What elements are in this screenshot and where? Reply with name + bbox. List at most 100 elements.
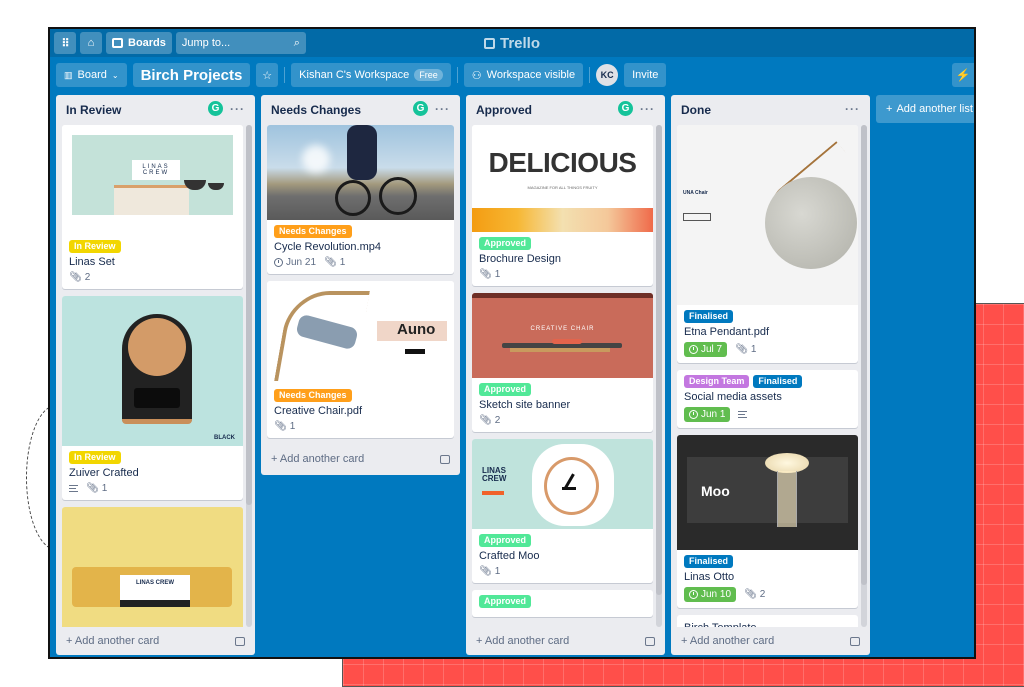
visibility-button[interactable]: ⚇ Workspace visible bbox=[463, 63, 584, 87]
card[interactable]: UNA Chair Finalised Etna Pendant.pdf Jul… bbox=[677, 125, 858, 363]
add-list-button[interactable]: + Add another list bbox=[876, 95, 974, 123]
list-header[interactable]: Approved G ··· bbox=[466, 95, 665, 125]
due-date: Jul 7 bbox=[701, 344, 723, 355]
apps-button[interactable]: ⠿ bbox=[54, 32, 76, 54]
paperclip-icon: 📎︎ bbox=[479, 566, 492, 577]
list-menu-button[interactable]: ··· bbox=[845, 102, 860, 116]
card[interactable]: Approved bbox=[472, 590, 653, 617]
cover-title: LINAS CREW bbox=[482, 466, 507, 483]
card[interactable]: LINAS CREW In Review Linas Set 📎︎ 2 bbox=[62, 125, 243, 289]
cover-text: LINAS CREW bbox=[132, 160, 180, 180]
paperclip-icon: 📎︎ bbox=[735, 344, 748, 355]
trello-logo[interactable]: Trello bbox=[483, 34, 541, 52]
attachment-badge: 📎︎ 1 bbox=[324, 257, 345, 268]
divider bbox=[456, 67, 458, 83]
card-label: Approved bbox=[479, 383, 532, 396]
divider bbox=[284, 67, 286, 83]
card[interactable]: Needs Changes Cycle Revolution.mp4 Jun 2… bbox=[267, 125, 454, 274]
card-cover-image: UNA Chair bbox=[677, 125, 858, 305]
add-card-button[interactable]: + Add another card bbox=[56, 627, 255, 655]
card[interactable]: Design Team Finalised Social media asset… bbox=[677, 370, 858, 428]
due-date-badge[interactable]: Jun 10 bbox=[684, 587, 737, 602]
card-title: Cycle Revolution.mp4 bbox=[274, 241, 381, 253]
paperclip-icon: 📎︎ bbox=[479, 415, 492, 426]
add-card-button[interactable]: + Add another card bbox=[671, 627, 870, 655]
list-title: Approved bbox=[476, 103, 533, 117]
list-menu-button[interactable]: ··· bbox=[640, 102, 655, 116]
card[interactable]: DELICIOUS MAGAZINE FOR ALL THINGS FRUITY… bbox=[472, 125, 653, 286]
list-approved: Approved G ··· DELICIOUS MAGAZINE FOR AL… bbox=[466, 95, 665, 655]
trello-window: ⠿ ⌂ Boards Jump to... ⌕ Trello ▥ Board ⌄… bbox=[48, 27, 976, 659]
board-view-switcher[interactable]: ▥ Board ⌄ bbox=[56, 63, 127, 87]
board-title[interactable]: Birch Projects bbox=[132, 63, 251, 87]
add-card-button[interactable]: + Add another card bbox=[466, 627, 665, 655]
grammarly-icon[interactable]: G bbox=[618, 101, 633, 116]
plus-icon: + bbox=[476, 635, 485, 647]
grid-icon: ⠿ bbox=[61, 37, 69, 50]
workspace-button[interactable]: Kishan C's Workspace Free bbox=[291, 63, 451, 87]
list-cards: Needs Changes Cycle Revolution.mp4 Jun 2… bbox=[261, 125, 460, 445]
cover-text: LINAS CREW bbox=[120, 575, 190, 607]
home-button[interactable]: ⌂ bbox=[80, 32, 102, 54]
boards-button[interactable]: Boards bbox=[106, 32, 172, 54]
list-header[interactable]: Done ··· bbox=[671, 95, 870, 125]
scrollbar[interactable] bbox=[246, 125, 252, 627]
card-title: Birch Template bbox=[684, 622, 851, 627]
grammarly-icon[interactable]: G bbox=[208, 101, 223, 116]
card[interactable]: LINAS CREW Approved Crafted Moo 📎︎ 1 bbox=[472, 439, 653, 583]
template-icon[interactable] bbox=[850, 636, 860, 646]
star-button[interactable]: ☆ bbox=[256, 63, 279, 87]
power-ups-button[interactable]: ⚡ bbox=[952, 63, 974, 87]
attachment-count: 1 bbox=[494, 269, 501, 280]
card[interactable]: Birch Template bbox=[677, 615, 858, 627]
grammarly-icon[interactable]: G bbox=[413, 101, 428, 116]
card-title: Etna Pendant.pdf bbox=[684, 326, 770, 338]
clock-icon bbox=[274, 258, 283, 267]
card[interactable]: LINAS CREW bbox=[62, 507, 243, 627]
card-cover-image: LINAS CREW bbox=[472, 439, 653, 529]
template-icon[interactable] bbox=[645, 636, 655, 646]
attachment-badge: 📎︎ 1 bbox=[86, 483, 107, 494]
list-menu-button[interactable]: ··· bbox=[230, 102, 245, 116]
card[interactable]: Moo Finalised Linas Otto Jun 10 📎︎ 2 bbox=[677, 435, 858, 608]
card-title: Social media assets bbox=[684, 391, 782, 403]
plus-icon: + bbox=[681, 635, 690, 647]
list-menu-button[interactable]: ··· bbox=[435, 102, 450, 116]
attachment-count: 2 bbox=[84, 272, 91, 283]
lightning-icon: ⚡ bbox=[955, 68, 971, 82]
description-icon bbox=[738, 411, 748, 418]
cover-text: BLACK bbox=[214, 435, 235, 441]
attachment-badge: 📎︎ 1 bbox=[274, 421, 295, 432]
list-cards: UNA Chair Finalised Etna Pendant.pdf Jul… bbox=[671, 125, 870, 627]
card[interactable]: CREATIVE CHAIR Approved Sketch site bann… bbox=[472, 293, 653, 432]
scrollbar[interactable] bbox=[861, 125, 867, 627]
due-date-badge[interactable]: Jun 21 bbox=[274, 257, 316, 268]
card-title: Brochure Design bbox=[479, 253, 561, 265]
card-title: Sketch site banner bbox=[479, 399, 571, 411]
card-cover-image bbox=[267, 125, 454, 220]
due-date-badge[interactable]: Jun 1 bbox=[684, 407, 731, 422]
invite-button[interactable]: Invite bbox=[624, 63, 667, 87]
logo-text: Trello bbox=[499, 34, 541, 52]
card[interactable]: BLACK In Review Zuiver Crafted 📎︎ 1 bbox=[62, 296, 243, 500]
list-header[interactable]: In Review G ··· bbox=[56, 95, 255, 125]
card-label: Needs Changes bbox=[274, 389, 352, 402]
scrollbar[interactable] bbox=[656, 125, 662, 627]
due-date-badge[interactable]: Jul 7 bbox=[684, 342, 728, 357]
card-label: Finalised bbox=[753, 375, 803, 388]
template-icon[interactable] bbox=[440, 454, 450, 464]
avatar[interactable]: KC bbox=[596, 64, 619, 86]
add-card-button[interactable]: + Add another card bbox=[261, 445, 460, 473]
card-cover-image: BLACK bbox=[62, 296, 243, 446]
card-title: Zuiver Crafted bbox=[69, 467, 139, 479]
plus-icon: + bbox=[66, 635, 75, 647]
free-badge: Free bbox=[414, 69, 443, 81]
template-icon[interactable] bbox=[235, 636, 245, 646]
visibility-label: Workspace visible bbox=[486, 69, 576, 81]
search-icon: ⌕ bbox=[293, 36, 300, 49]
card[interactable]: Auno Needs Changes Creative Chair.pdf 📎︎… bbox=[267, 281, 454, 438]
list-header[interactable]: Needs Changes G ··· bbox=[261, 95, 460, 125]
card-label: Approved bbox=[479, 534, 532, 547]
jump-to-search[interactable]: Jump to... ⌕ bbox=[175, 32, 306, 54]
home-icon: ⌂ bbox=[87, 37, 95, 49]
